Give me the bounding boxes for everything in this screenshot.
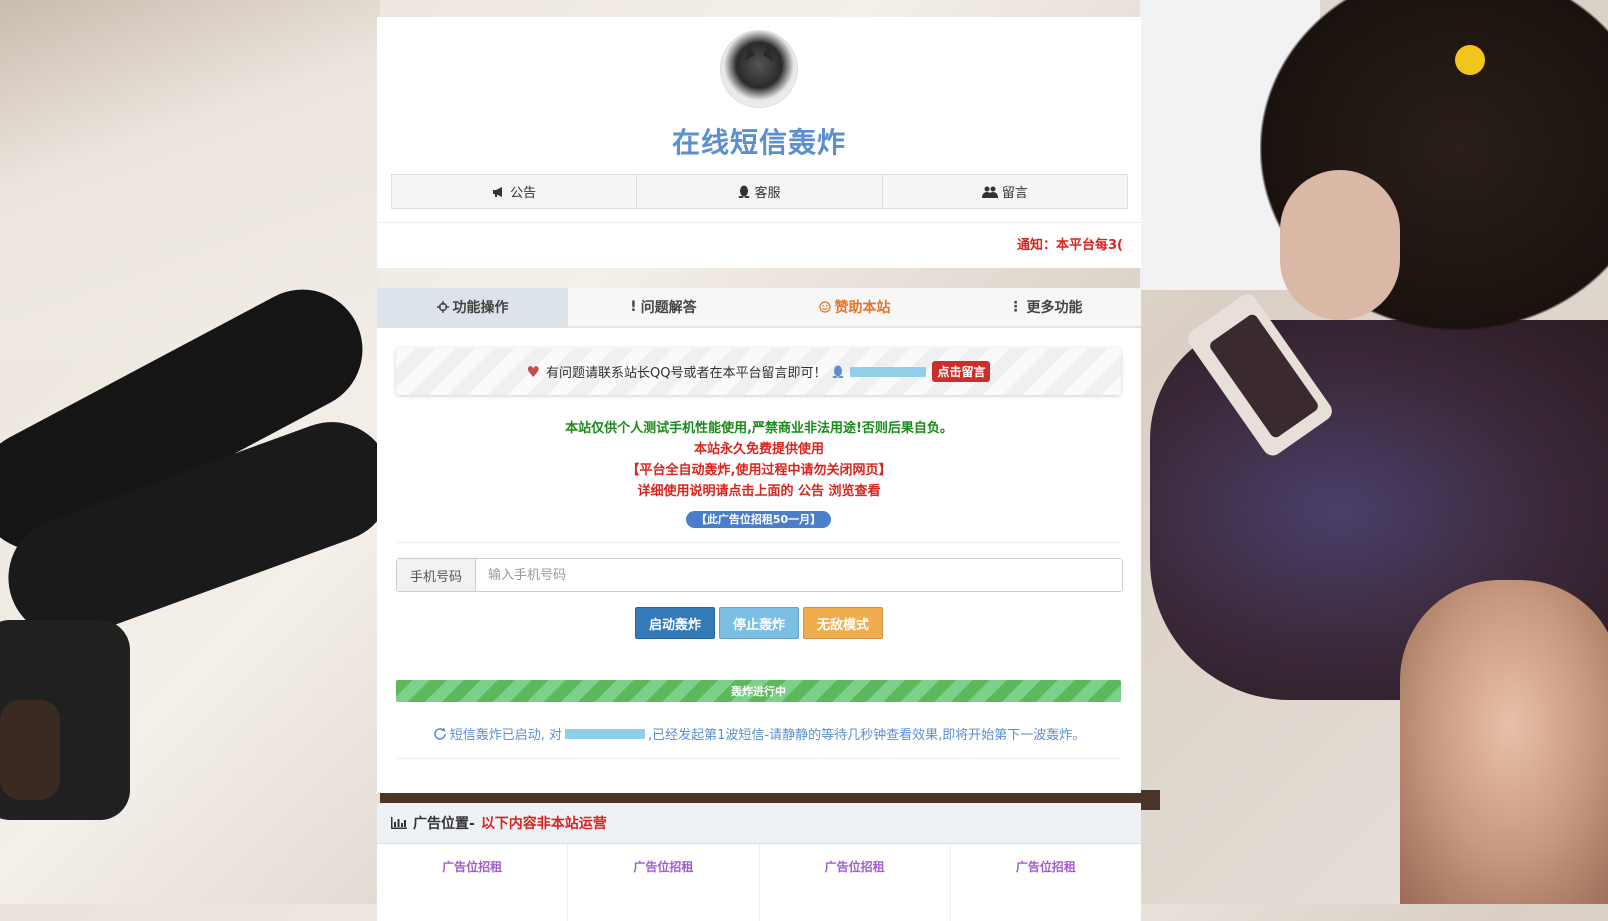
ad-slot[interactable]: 广告位招租 <box>377 844 569 921</box>
page-container: 在线短信轰炸 公告 客服 留言 通知：本平台每3( 功能操作 ! 问题解答 赞助… <box>377 17 1141 921</box>
disclaimer-line: 本站永久免费提供使用 <box>693 442 824 457</box>
redacted-qq-number <box>850 366 927 377</box>
bar-chart-icon <box>391 817 407 829</box>
tab-label: 赞助本站 <box>834 300 891 316</box>
nav-button-message[interactable]: 留言 <box>882 175 1127 208</box>
refresh-icon <box>434 727 446 740</box>
progress-label: 轰炸进行中 <box>731 685 786 698</box>
ad-section: 广告位置- 以下内容非本站运营 广告位招租 广告位招租 广告位招租 广告位招租 <box>377 803 1141 921</box>
phone-number-input[interactable] <box>476 559 1122 591</box>
status-prefix: 短信轰炸已启动, 对 <box>449 728 563 743</box>
contact-text: 有问题请联系站长QQ号或者在本平台留言即可！ <box>545 366 827 381</box>
tab-sponsor[interactable]: 赞助本站 <box>759 288 950 326</box>
redacted-phone-number <box>565 728 646 739</box>
users-icon <box>981 186 998 198</box>
nav-button-support[interactable]: 客服 <box>637 175 883 208</box>
stop-button[interactable]: 停止轰炸 <box>719 607 799 639</box>
phone-label: 手机号码 <box>397 559 476 591</box>
divider <box>377 222 1141 223</box>
ad-slot[interactable]: 广告位招租 <box>951 844 1141 921</box>
site-title: 在线短信轰炸 <box>671 126 846 159</box>
disclaimer-line: 本站仅供个人测试手机性能使用,严禁商业非法用途!否则后果自负。 <box>565 421 953 436</box>
header-nav: 公告 客服 留言 <box>391 174 1128 209</box>
avatar <box>720 30 798 108</box>
notice-marquee: 通知：本平台每3( <box>1017 238 1123 253</box>
progress-track: 轰炸进行中 <box>396 680 1121 702</box>
nav-label: 客服 <box>754 186 781 201</box>
tab-faq[interactable]: ! 问题解答 <box>568 288 759 326</box>
smile-icon <box>818 301 831 313</box>
contact-box: ♥ 有问题请联系站长QQ号或者在本平台留言即可！ 点击留言 <box>396 348 1121 395</box>
divider <box>396 542 1121 543</box>
tab-label: 问题解答 <box>640 300 697 316</box>
background-photo-detail <box>1400 580 1608 904</box>
leave-message-button[interactable]: 点击留言 <box>932 361 991 382</box>
header-card: 在线短信轰炸 公告 客服 留言 通知：本平台每3( <box>377 17 1141 268</box>
status-suffix: ,已经发起第1波短信-请静静的等待几秒钟查看效果,即将开始第下一波轰炸。 <box>648 728 1086 743</box>
tab-bar: 功能操作 ! 问题解答 赞助本站 ⋮ 更多功能 <box>377 288 1141 328</box>
crosshair-icon <box>436 301 449 313</box>
vertical-dots-icon: ⋮ <box>1008 299 1023 315</box>
megaphone-icon <box>493 186 503 197</box>
status-message: 短信轰炸已启动, 对 ,已经发起第1波短信-请静静的等待几秒钟查看效果,即将开始… <box>377 724 1141 743</box>
tab-label: 功能操作 <box>452 300 509 316</box>
nav-label: 公告 <box>510 186 537 201</box>
heart-icon: ♥ <box>526 362 540 381</box>
ad-grid: 广告位招租 广告位招租 广告位招租 广告位招租 <box>377 844 1141 921</box>
ad-section-disclaimer: 以下内容非本站运营 <box>480 816 607 832</box>
god-mode-button[interactable]: 无敌模式 <box>803 607 883 639</box>
main-card: 功能操作 ! 问题解答 赞助本站 ⋮ 更多功能 ♥ 有问题请联系站长QQ号或者在… <box>377 288 1141 793</box>
nav-label: 留言 <box>1001 186 1028 201</box>
tab-label: 更多功能 <box>1026 300 1083 316</box>
phone-input-group: 手机号码 <box>396 558 1123 592</box>
qq-penguin-icon <box>832 365 844 378</box>
disclaimer-line: 详细使用说明请点击上面的 公告 浏览查看 <box>637 484 881 499</box>
qq-penguin-icon <box>738 185 750 198</box>
background-photo-detail <box>1455 45 1485 75</box>
action-buttons: 启动轰炸 停止轰炸 无敌模式 <box>377 607 1141 639</box>
progress-bar: 轰炸进行中 <box>396 680 1121 702</box>
nav-button-announcement[interactable]: 公告 <box>392 175 638 208</box>
background-photo-detail <box>0 700 60 800</box>
ad-section-title: 广告位置- <box>413 816 475 832</box>
background-photo-detail <box>1280 170 1400 320</box>
tab-more[interactable]: ⋮ 更多功能 <box>950 288 1141 326</box>
exclamation-icon: ! <box>630 299 637 315</box>
divider <box>396 758 1121 759</box>
tab-functions[interactable]: 功能操作 <box>377 288 568 326</box>
start-button[interactable]: 启动轰炸 <box>635 607 715 639</box>
ad-slot[interactable]: 广告位招租 <box>568 844 760 921</box>
ad-slot[interactable]: 广告位招租 <box>760 844 951 921</box>
cat-icon <box>745 43 773 61</box>
ad-rent-badge[interactable]: 【此广告位招租50一月】 <box>686 511 831 528</box>
disclaimer-line: 【平台全自动轰炸,使用过程中请勿关闭网页】 <box>626 463 892 478</box>
ad-section-header: 广告位置- 以下内容非本站运营 <box>377 803 1141 844</box>
